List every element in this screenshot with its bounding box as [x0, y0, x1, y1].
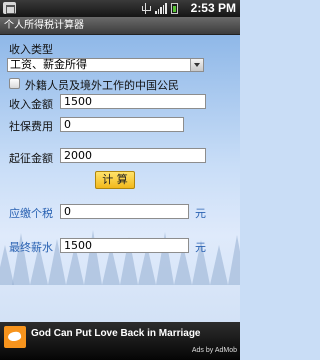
final-salary-label: 最终薪水 [9, 241, 53, 254]
tax-payable-label: 应缴个税 [9, 207, 53, 220]
income-type-value: 工资、薪金所得 [10, 58, 87, 71]
main-content: 收入类型 工资、薪金所得 外籍人员及境外工作的中国公民 收入金额 社保费用 起征… [0, 35, 240, 322]
foreign-checkbox[interactable] [9, 78, 20, 89]
income-amount-label: 收入金额 [9, 98, 53, 111]
clock: 2:53 PM [190, 1, 236, 15]
social-security-label: 社保费用 [9, 120, 53, 133]
notification-app-icon [3, 2, 16, 14]
income-type-select[interactable]: 工资、薪金所得 [7, 58, 204, 72]
income-type-label: 收入类型 [9, 43, 53, 56]
tax-payable-output[interactable] [60, 204, 189, 219]
income-amount-input[interactable] [60, 94, 206, 109]
final-salary-output[interactable] [60, 238, 189, 253]
social-security-input[interactable] [60, 117, 184, 132]
chevron-down-icon[interactable] [190, 59, 203, 71]
usb-icon [140, 3, 151, 14]
signal-icon [155, 3, 167, 14]
battery-icon [171, 3, 178, 14]
status-bar: 2:53 PM [0, 0, 240, 17]
dove-icon [4, 326, 26, 348]
ad-attribution: Ads by AdMob [191, 347, 237, 354]
app-title: 个人所得税计算器 [0, 17, 240, 35]
tax-payable-unit: 元 [195, 207, 206, 220]
final-salary-unit: 元 [195, 241, 206, 254]
status-icons [140, 3, 178, 14]
threshold-label: 起征金额 [9, 152, 53, 165]
threshold-input[interactable] [60, 148, 206, 163]
calculate-button[interactable]: 计 算 [95, 171, 135, 189]
ad-banner[interactable]: God Can Put Love Back in Marriage Ads by… [0, 322, 240, 360]
foreign-checkbox-label: 外籍人员及境外工作的中国公民 [25, 79, 179, 92]
ad-text[interactable]: God Can Put Love Back in Marriage [31, 328, 200, 339]
